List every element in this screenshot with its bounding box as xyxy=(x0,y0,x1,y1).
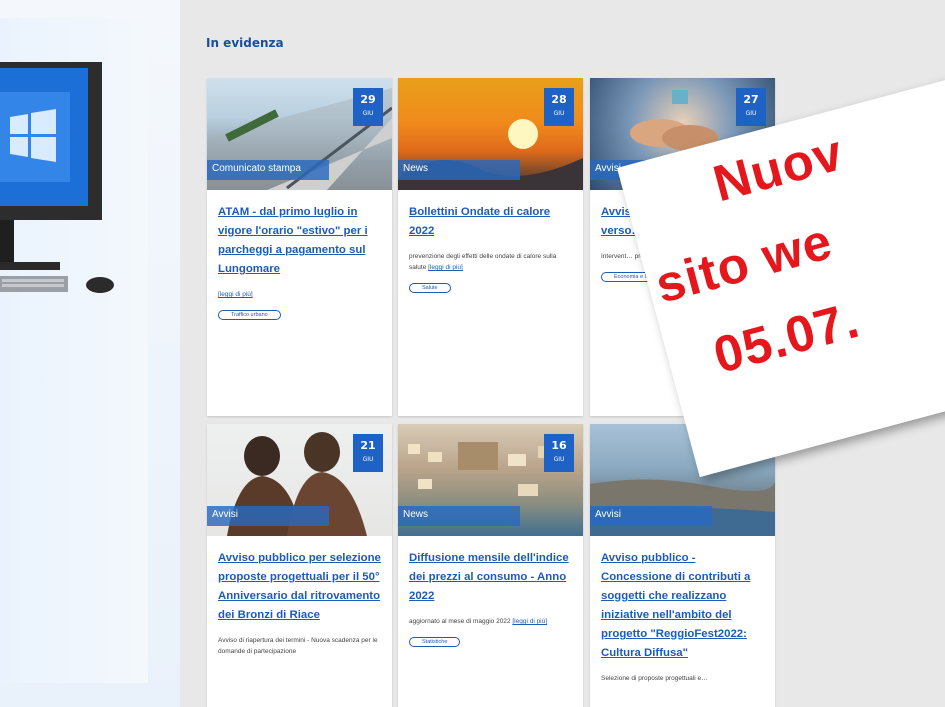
date-month: GIU xyxy=(362,456,374,463)
card-description: Avviso di riapertura dei termini - Nuova… xyxy=(218,637,378,655)
date-day: 21 xyxy=(360,439,376,452)
date-month: GIU xyxy=(362,110,374,117)
date-day: 27 xyxy=(743,93,759,106)
card-description: [leggi di più] xyxy=(218,289,384,300)
read-more-link[interactable]: [leggi di più] xyxy=(218,291,253,298)
card-image[interactable]: Comunicato stampa 29 GIU xyxy=(207,78,392,190)
category-label[interactable]: News xyxy=(398,506,520,526)
tag-pill[interactable]: Traffico urbano xyxy=(218,310,281,320)
date-badge: 27 GIU xyxy=(736,88,766,126)
date-badge: 28 GIU xyxy=(544,88,574,126)
category-label[interactable]: Avvisi xyxy=(207,506,329,526)
date-day: 29 xyxy=(360,93,376,106)
section-title: In evidenza xyxy=(206,36,284,50)
read-more-link[interactable]: [leggi di più] xyxy=(512,618,547,625)
category-label[interactable]: Avvisi xyxy=(590,506,712,526)
date-day: 28 xyxy=(551,93,567,106)
news-card[interactable]: Avvisi Avviso pubblico - Concessione di … xyxy=(590,424,775,707)
tag-pill[interactable]: Statistiche xyxy=(409,637,461,647)
category-label[interactable]: Comunicato stampa xyxy=(207,160,329,180)
card-description: Selezione di proposte progettuali e… xyxy=(601,675,708,682)
read-more-link[interactable]: [leggi di più] xyxy=(428,264,463,271)
desktop-computer-icon xyxy=(0,62,114,293)
overlay-line-2: sito we xyxy=(649,212,839,314)
date-badge: 21 GIU xyxy=(353,434,383,472)
date-badge: 29 GIU xyxy=(353,88,383,126)
card-title-link[interactable]: Bollettini Ondate di calore 2022 xyxy=(409,203,575,241)
card-title-link[interactable]: Avviso pubblico per selezione proposte p… xyxy=(218,549,384,625)
news-card[interactable]: News 28 GIU Bollettini Ondate di calore … xyxy=(398,78,583,416)
tag-pill[interactable]: Salute xyxy=(409,283,451,293)
news-card[interactable]: Comunicato stampa 29 GIU ATAM - dal prim… xyxy=(207,78,392,416)
card-image[interactable]: News 16 GIU xyxy=(398,424,583,536)
date-month: GIU xyxy=(553,110,565,117)
category-label[interactable]: News xyxy=(398,160,520,180)
date-month: GIU xyxy=(745,110,757,117)
date-day: 16 xyxy=(551,439,567,452)
left-decor-panel xyxy=(0,0,180,707)
date-badge: 16 GIU xyxy=(544,434,574,472)
card-description-text: aggiornato al mese di maggio 2022 xyxy=(409,618,513,625)
card-description: prevenzione degli effetti delle ondate d… xyxy=(409,251,575,273)
card-title-link[interactable]: ATAM - dal primo luglio in vigore l'orar… xyxy=(218,203,384,279)
card-image[interactable]: News 28 GIU xyxy=(398,78,583,190)
card-description: aggiornato al mese di maggio 2022 [leggi… xyxy=(409,616,575,627)
card-title-link[interactable]: Diffusione mensile dell'indice dei prezz… xyxy=(409,549,575,606)
overlay-line-3: 05.07. xyxy=(707,290,866,385)
card-image[interactable]: Avvisi 21 GIU xyxy=(207,424,392,536)
card-title-link[interactable]: Avviso pubblico - Concessione di contrib… xyxy=(601,549,767,663)
news-card[interactable]: News 16 GIU Diffusione mensile dell'indi… xyxy=(398,424,583,707)
news-card[interactable]: Avvisi 21 GIU Avviso pubblico per selezi… xyxy=(207,424,392,707)
date-month: GIU xyxy=(553,456,565,463)
